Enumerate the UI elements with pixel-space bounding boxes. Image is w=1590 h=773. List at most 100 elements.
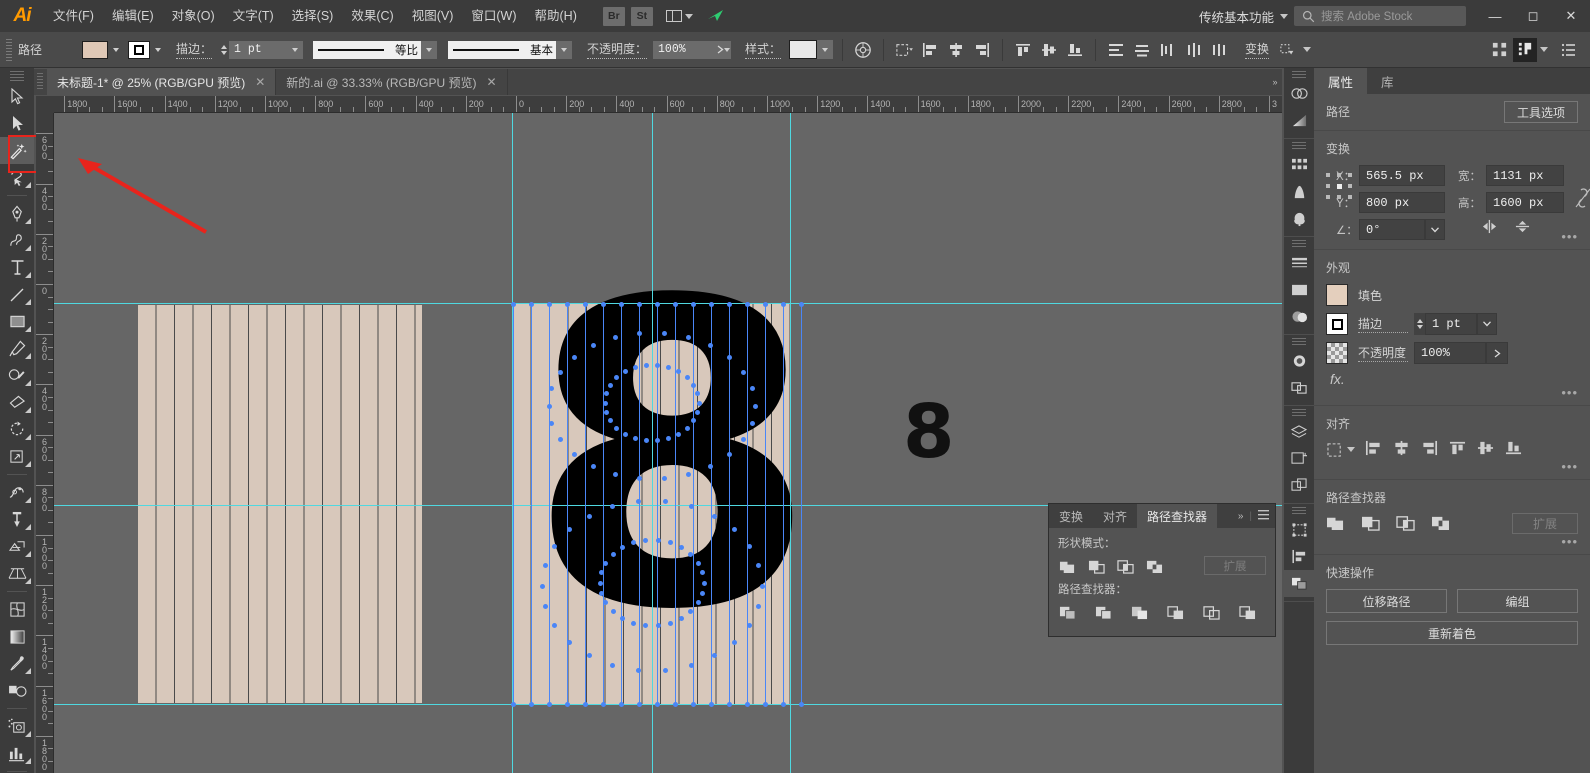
transparency-panel-icon[interactable] — [1284, 303, 1314, 330]
arrange-panels-chevron-down-icon[interactable] — [1540, 47, 1548, 52]
path-anchor-point[interactable] — [749, 386, 755, 392]
brush-definition-box[interactable]: 基本 — [448, 40, 557, 59]
path-anchor-point[interactable] — [637, 302, 642, 307]
path-anchor-point[interactable] — [546, 403, 552, 409]
path-anchor-point[interactable] — [661, 475, 667, 481]
document-setup-icon[interactable] — [1487, 38, 1511, 62]
stroke-weight-stepper[interactable] — [218, 41, 229, 59]
menu-view[interactable]: 视图(V) — [403, 0, 463, 32]
striped-shape-left[interactable] — [138, 305, 422, 703]
panel-menu-icon[interactable] — [1557, 38, 1581, 62]
path-anchor-point[interactable] — [565, 702, 570, 707]
path-anchor-point[interactable] — [746, 543, 752, 549]
tool-shaper[interactable] — [0, 362, 34, 389]
pf-outline-icon[interactable] — [1202, 602, 1221, 621]
menu-object[interactable]: 对象(O) — [163, 0, 224, 32]
path-anchor-point[interactable] — [655, 302, 660, 307]
pf-exclude-icon[interactable] — [1431, 514, 1450, 534]
stroke-weight-field[interactable]: 1 pt — [1425, 313, 1477, 335]
path-anchor-point[interactable] — [731, 527, 737, 533]
menu-file[interactable]: 文件(F) — [44, 0, 103, 32]
path-anchor-point[interactable] — [539, 583, 545, 589]
selected-path[interactable] — [801, 304, 802, 704]
path-anchor-point[interactable] — [619, 702, 624, 707]
rail-gripper[interactable] — [1292, 71, 1306, 78]
align-top-icon[interactable] — [1448, 440, 1467, 459]
stroke-chevron-down-icon[interactable] — [150, 41, 166, 59]
arrange-documents-button[interactable] — [665, 10, 693, 22]
tool-direct-selection[interactable] — [0, 110, 34, 137]
path-anchor-point[interactable] — [695, 409, 701, 415]
path-anchor-point[interactable] — [746, 623, 752, 628]
stock-search-box[interactable]: 搜索 Adobe Stock — [1294, 6, 1466, 26]
path-anchor-point[interactable] — [799, 302, 804, 307]
y-field[interactable]: 800 px — [1359, 192, 1445, 213]
path-anchor-point[interactable] — [655, 623, 661, 629]
ruler-origin-corner[interactable] — [36, 96, 54, 113]
path-anchor-point[interactable] — [529, 702, 534, 707]
path-anchor-point[interactable] — [599, 590, 604, 596]
path-anchor-point[interactable] — [781, 702, 786, 707]
path-anchor-point[interactable] — [727, 702, 732, 707]
tool-eyedropper[interactable] — [0, 650, 34, 677]
selected-path[interactable] — [639, 304, 640, 704]
selected-path[interactable] — [783, 304, 784, 704]
pf-minus-back-icon[interactable] — [1238, 602, 1257, 621]
path-anchor-point[interactable] — [511, 302, 516, 307]
path-anchor-point[interactable] — [731, 639, 737, 645]
tab-overflow-icon[interactable]: » — [1268, 69, 1282, 95]
path-anchor-point[interactable] — [607, 382, 613, 388]
path-anchor-point[interactable] — [542, 603, 548, 609]
path-anchor-point[interactable] — [727, 302, 732, 307]
align-center-h-icon[interactable] — [944, 38, 968, 62]
flip-horizontal-icon[interactable] — [1481, 219, 1498, 237]
stroke-weight-chevron-down-icon[interactable] — [1477, 313, 1497, 335]
guide-horizontal-bottom[interactable] — [54, 704, 1282, 705]
stroke-profile-chevron-down-icon[interactable] — [421, 40, 438, 59]
path-anchor-point[interactable] — [511, 702, 516, 707]
path-anchor-point[interactable] — [655, 702, 660, 707]
bridge-app-icon[interactable]: Br — [602, 6, 625, 26]
path-anchor-point[interactable] — [696, 400, 702, 406]
tool-blend[interactable] — [0, 677, 34, 704]
path-anchor-point[interactable] — [542, 563, 548, 569]
brush-definition-chevron-down-icon[interactable] — [556, 40, 573, 59]
opacity-flyout-icon[interactable] — [715, 40, 732, 59]
stroke-weight-field[interactable]: 1 pt — [229, 40, 288, 59]
path-anchor-point[interactable] — [602, 400, 608, 406]
path-anchor-point[interactable] — [603, 409, 609, 415]
panel-tab-align[interactable]: 对齐 — [1093, 504, 1137, 528]
path-anchor-point[interactable] — [619, 302, 624, 307]
pf-intersect-icon[interactable] — [1396, 514, 1415, 534]
reference-glyph-8[interactable]: 8 — [903, 395, 955, 469]
distribute-top-icon[interactable] — [1104, 38, 1128, 62]
path-anchor-point[interactable] — [688, 504, 694, 510]
path-anchor-point[interactable] — [590, 463, 596, 469]
stroke-weight-stepper[interactable] — [1414, 313, 1425, 335]
menu-effect[interactable]: 效果(C) — [342, 0, 402, 32]
path-anchor-point[interactable] — [695, 560, 701, 566]
tool-type[interactable] — [0, 254, 34, 281]
pathfinder-expand-button[interactable]: 扩展 — [1512, 513, 1578, 534]
workspace-switcher[interactable]: 传统基本功能 — [1193, 7, 1280, 26]
path-anchor-point[interactable] — [631, 620, 637, 626]
pf-unite-icon[interactable] — [1058, 556, 1077, 575]
artwork-glyph-8[interactable]: 8 — [526, 248, 818, 668]
selected-path[interactable] — [675, 304, 676, 704]
pf-intersect-icon[interactable] — [1116, 556, 1135, 575]
appearance-panel-icon[interactable] — [1284, 276, 1314, 303]
path-anchor-point[interactable] — [726, 355, 732, 361]
tool-options-button[interactable]: 工具选项 — [1504, 101, 1578, 123]
path-anchor-point[interactable] — [699, 590, 705, 596]
path-anchor-point[interactable] — [684, 375, 690, 381]
align-panel-icon[interactable] — [1284, 543, 1314, 570]
tool-scale[interactable] — [0, 443, 34, 470]
path-anchor-point[interactable] — [643, 362, 649, 368]
asset-export-panel-icon[interactable] — [1284, 472, 1314, 499]
width-field[interactable]: 1131 px — [1486, 165, 1564, 186]
constrain-proportions-button[interactable] — [1574, 165, 1590, 212]
path-anchor-point[interactable] — [661, 331, 667, 337]
path-anchor-point[interactable] — [684, 425, 690, 431]
symbols-panel-icon[interactable] — [1284, 205, 1314, 232]
path-anchor-point[interactable] — [655, 537, 661, 543]
